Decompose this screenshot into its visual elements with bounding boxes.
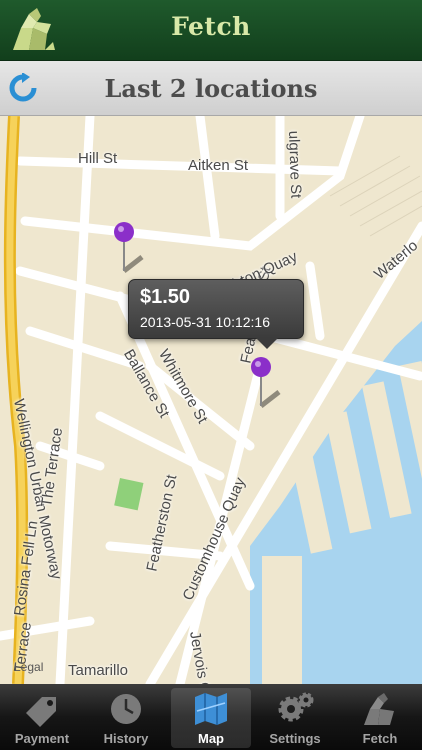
street-label: Hill St xyxy=(78,150,118,167)
tab-history[interactable]: History xyxy=(86,688,166,748)
tab-label: Settings xyxy=(269,731,321,746)
legal-link[interactable]: Legal xyxy=(14,660,43,674)
origami-dog-icon xyxy=(364,693,394,725)
street-label: Aitken St xyxy=(188,157,249,174)
gears-icon xyxy=(278,692,314,722)
location-header-bar: Last 2 locations xyxy=(0,61,422,116)
callout-amount: $1.50 xyxy=(140,286,191,308)
tab-payment[interactable]: Payment xyxy=(2,688,82,748)
app-title: Fetch xyxy=(171,12,251,41)
tab-fetch[interactable]: Fetch xyxy=(340,688,420,748)
street-label: Tamarillo xyxy=(68,662,129,679)
tab-label: Payment xyxy=(14,731,70,746)
tab-bar: Payment History Map Settings Fetch xyxy=(0,684,422,750)
clock-icon xyxy=(111,694,141,724)
locations-title: Last 2 locations xyxy=(104,74,318,103)
street-label: ulgrave St xyxy=(285,130,305,199)
tab-label: History xyxy=(103,731,149,746)
payment-callout[interactable]: $1.50 2013-05-31 10:12:16 xyxy=(128,279,304,349)
app-header: Fetch xyxy=(0,0,422,61)
map-view[interactable]: Hill St Aitken St ulgrave St Waterlo Fea… xyxy=(0,116,422,684)
tab-map[interactable]: Map xyxy=(171,688,251,748)
location-pin[interactable] xyxy=(112,221,148,273)
callout-timestamp: 2013-05-31 10:12:16 xyxy=(140,314,270,330)
map-base xyxy=(0,116,422,684)
location-pin[interactable] xyxy=(249,356,285,408)
map-icon xyxy=(195,693,227,725)
tab-label: Map xyxy=(198,731,224,746)
tab-label: Fetch xyxy=(362,731,398,746)
price-tag-icon xyxy=(26,697,56,727)
tab-settings[interactable]: Settings xyxy=(255,688,335,748)
